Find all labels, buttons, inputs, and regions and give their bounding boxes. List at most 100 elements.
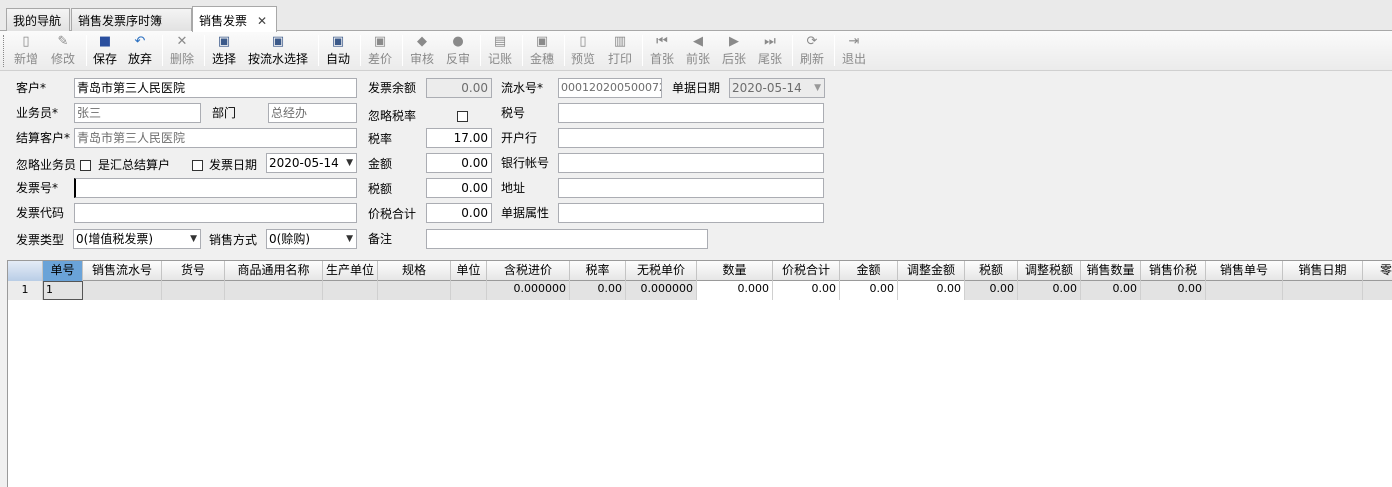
grid-corner[interactable] — [8, 261, 43, 281]
grid-column-header[interactable]: 销售日期 — [1283, 261, 1363, 281]
tab-sales-invoice-journal[interactable]: 销售发票序时簿 — [71, 8, 192, 31]
grid-column-header[interactable]: 调整税额 — [1018, 261, 1081, 281]
amount-field[interactable]: 0.00 — [426, 153, 492, 173]
chevron-down-icon[interactable]: ▼ — [346, 230, 353, 248]
grid-cell[interactable] — [162, 281, 225, 300]
customer-field[interactable]: 青岛市第三人民医院 — [74, 78, 357, 98]
select-by-serial-button[interactable]: ▣ 按流水选择 — [245, 32, 311, 68]
grid-column-header[interactable]: 生产单位 — [323, 261, 378, 281]
grid-cell[interactable] — [323, 281, 378, 300]
print-button[interactable]: ▥ 打印 — [605, 32, 635, 68]
grid-column-header[interactable]: 无税单价 — [626, 261, 697, 281]
new-button[interactable]: ▯ 新增 — [10, 32, 42, 68]
tax-amount-field[interactable]: 0.00 — [426, 178, 492, 198]
bank-account-field[interactable] — [558, 153, 824, 173]
tax-gold-icon: ▣ — [535, 34, 549, 49]
grid-cell[interactable]: 0.00 — [898, 281, 965, 300]
preview-button[interactable]: ▯ 预览 — [568, 32, 598, 68]
grid-column-header[interactable]: 单位 — [451, 261, 487, 281]
grid-cell[interactable]: 0.00 — [1081, 281, 1141, 300]
total-with-tax-field[interactable]: 0.00 — [426, 203, 492, 223]
bank-field[interactable] — [558, 128, 824, 148]
save-button[interactable]: ■ 保存 — [90, 32, 120, 68]
grid-column-header[interactable]: 零 — [1363, 261, 1392, 281]
settle-customer-label: 结算客户* — [16, 131, 71, 145]
toolbar-grip[interactable] — [3, 35, 6, 67]
grid-column-header[interactable]: 金额 — [840, 261, 898, 281]
invoice-no-field[interactable] — [74, 178, 357, 198]
grid-cell[interactable] — [451, 281, 487, 300]
grid-column-header[interactable]: 销售流水号 — [83, 261, 162, 281]
chevron-down-icon[interactable]: ▼ — [190, 230, 197, 248]
grid-cell[interactable]: 0.00 — [1141, 281, 1206, 300]
grid-column-header[interactable]: 规格 — [378, 261, 451, 281]
last-button[interactable]: ⏭ 尾张 — [755, 32, 785, 68]
address-field[interactable] — [558, 178, 824, 198]
delete-button[interactable]: ✕ 删除 — [167, 32, 197, 68]
grid-cell[interactable]: 1 — [43, 281, 83, 300]
printer-icon: ▥ — [613, 34, 627, 49]
edit-button[interactable]: ✎ 修改 — [47, 32, 79, 68]
grid-cell[interactable]: 0.00 — [965, 281, 1018, 300]
summary-settle-checkbox[interactable] — [192, 160, 203, 171]
tax-no-field[interactable] — [558, 103, 824, 123]
close-icon[interactable]: ✕ — [257, 14, 267, 28]
first-button[interactable]: ⏮ 首张 — [647, 32, 677, 68]
prev-button[interactable]: ◀ 前张 — [683, 32, 713, 68]
grid-cell[interactable] — [378, 281, 451, 300]
grid-column-header[interactable]: 税额 — [965, 261, 1018, 281]
grid-cell[interactable]: 0.00 — [840, 281, 898, 300]
invoice-date-picker[interactable]: 2020-05-14 ▼ — [266, 153, 357, 173]
grid-column-header[interactable]: 销售单号 — [1206, 261, 1283, 281]
next-button[interactable]: ▶ 后张 — [719, 32, 749, 68]
doc-attr-field[interactable] — [558, 203, 824, 223]
grid-cell[interactable] — [225, 281, 323, 300]
refresh-button[interactable]: ⟳ 刷新 — [797, 32, 827, 68]
grid-column-header[interactable]: 价税合计 — [773, 261, 840, 281]
ignore-tax-rate-checkbox[interactable] — [457, 111, 468, 122]
grid-column-header[interactable]: 销售数量 — [1081, 261, 1141, 281]
grid-column-header[interactable]: 含税进价 — [487, 261, 570, 281]
invoice-code-field[interactable] — [74, 203, 357, 223]
serial-no-field[interactable]: 000120200500072 — [558, 78, 662, 98]
grid-cell[interactable]: 0.000000 — [626, 281, 697, 300]
discard-button[interactable]: ↶ 放弃 — [125, 32, 155, 68]
grid-cell[interactable]: 0.00 — [1018, 281, 1081, 300]
select-button[interactable]: ▣ 选择 — [209, 32, 239, 68]
auto-button[interactable]: ▣ 自动 — [323, 32, 353, 68]
table-row[interactable]: 1 1 0.000000 0.00 0.000000 0.000 0.00 0.… — [8, 281, 1392, 300]
tax-rate-field[interactable]: 17.00 — [426, 128, 492, 148]
grid-cell[interactable]: 0.000000 — [487, 281, 570, 300]
tab-my-navigation[interactable]: 我的导航 — [6, 8, 70, 31]
grid-column-header[interactable]: 商品通用名称 — [225, 261, 323, 281]
grid-column-header[interactable]: 税率 — [570, 261, 626, 281]
toolbar-separator — [522, 35, 523, 66]
grid-cell[interactable] — [1363, 281, 1392, 300]
grid-column-header[interactable]: 数量 — [697, 261, 773, 281]
exit-button[interactable]: ⇥ 退出 — [839, 32, 869, 68]
salesman-field[interactable]: 张三 — [74, 103, 201, 123]
department-field[interactable]: 总经办 — [268, 103, 357, 123]
grid-column-header[interactable]: 货号 — [162, 261, 225, 281]
grid-cell[interactable] — [83, 281, 162, 300]
ignore-salesman-checkbox[interactable] — [80, 160, 91, 171]
grid-cell[interactable]: 0.000 — [697, 281, 773, 300]
grid-cell[interactable] — [1206, 281, 1283, 300]
grid-column-header[interactable]: 调整金额 — [898, 261, 965, 281]
invoice-type-select[interactable]: 0(增值税发票) ▼ — [73, 229, 201, 249]
grid-column-header[interactable]: 单号 — [43, 261, 83, 281]
sales-mode-select[interactable]: 0(赊购) ▼ — [266, 229, 357, 249]
grid-cell[interactable]: 0.00 — [570, 281, 626, 300]
grid-cell[interactable] — [1283, 281, 1363, 300]
grid-column-header[interactable]: 销售价税 — [1141, 261, 1206, 281]
audit-button[interactable]: ◆ 审核 — [407, 32, 437, 68]
unaudit-button[interactable]: ● 反审 — [443, 32, 473, 68]
settle-customer-field[interactable]: 青岛市第三人民医院 — [74, 128, 357, 148]
tax-gold-button[interactable]: ▣ 金穗 — [527, 32, 557, 68]
price-diff-button[interactable]: ▣ 差价 — [365, 32, 395, 68]
tab-sales-invoice[interactable]: 销售发票 ✕ — [192, 6, 277, 32]
chevron-down-icon[interactable]: ▼ — [346, 154, 353, 172]
remark-field[interactable] — [426, 229, 708, 249]
post-button[interactable]: ▤ 记账 — [485, 32, 515, 68]
grid-cell[interactable]: 0.00 — [773, 281, 840, 300]
